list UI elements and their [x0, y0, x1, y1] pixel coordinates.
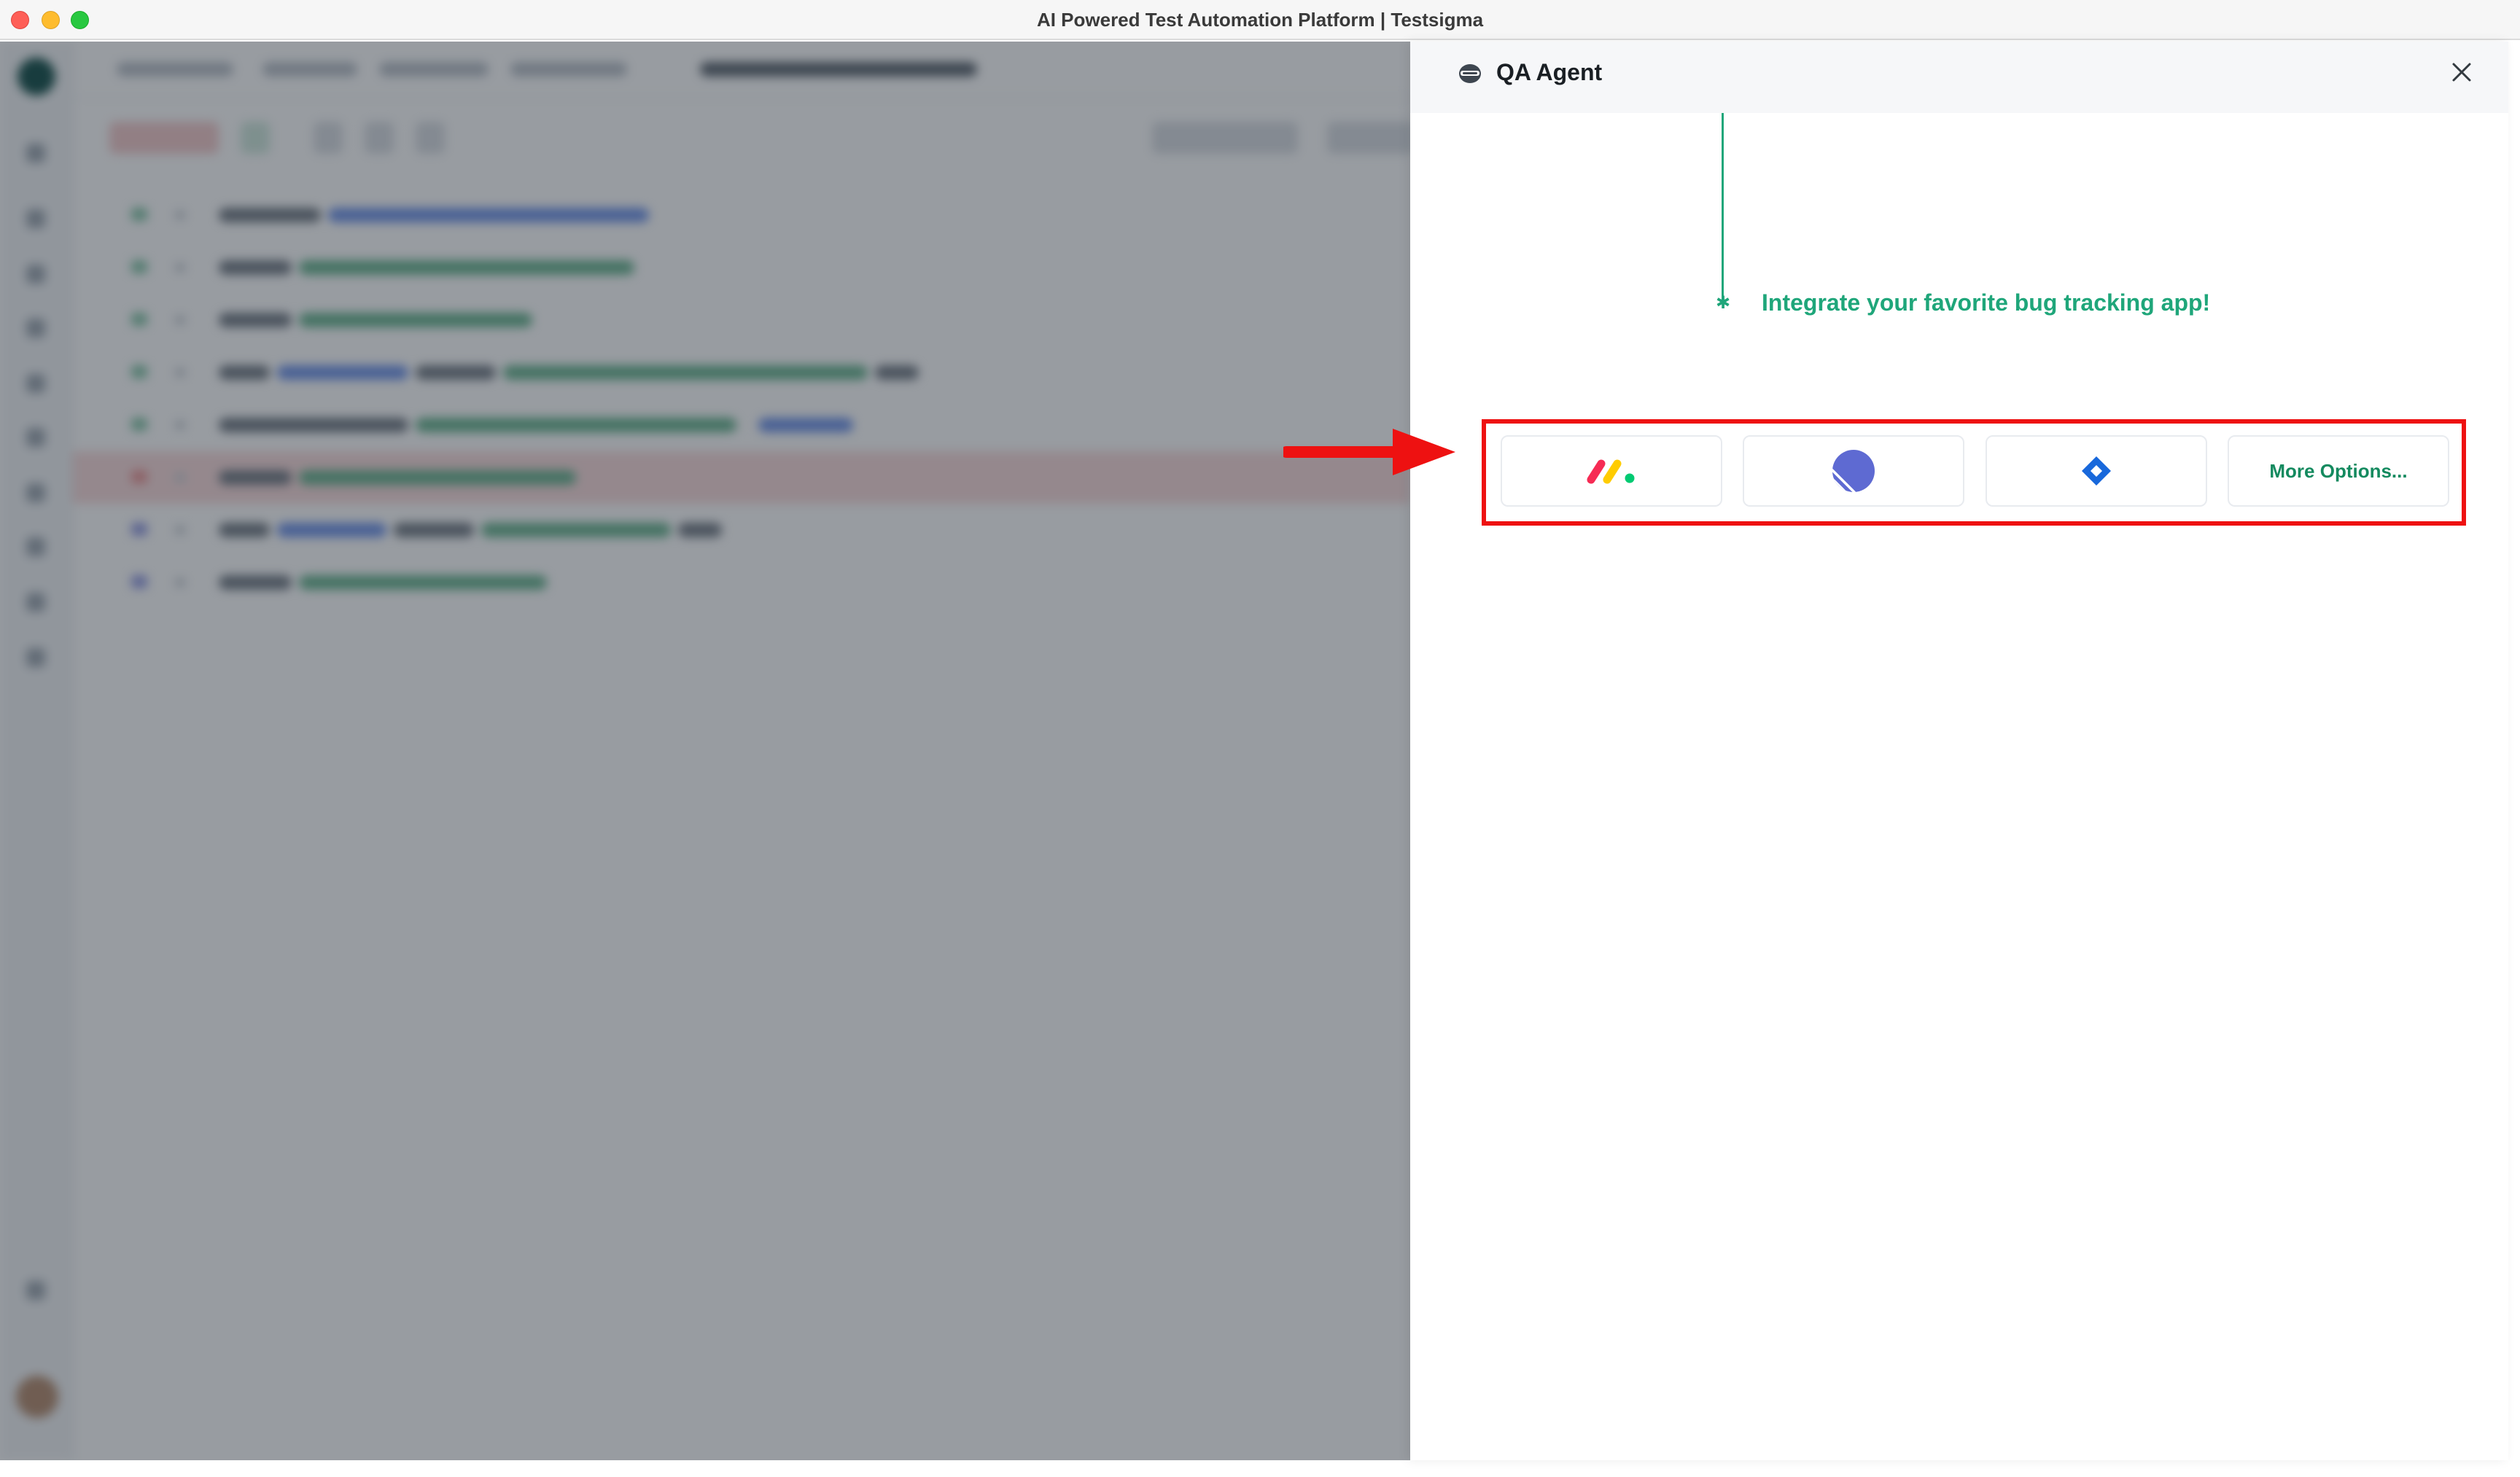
window-titlebar: AI Powered Test Automation Platform | Te…	[0, 0, 2520, 40]
timeline-line	[1722, 113, 1724, 304]
modal-overlay[interactable]	[0, 42, 1410, 1460]
qa-agent-panel: QA Agent ✱ Integrate your favorite bug t…	[1410, 42, 2508, 1460]
monday-integration-button[interactable]	[1501, 435, 1722, 507]
timeline-node-icon: ✱	[1715, 293, 1731, 313]
qa-agent-icon	[1459, 64, 1481, 83]
panel-header: QA Agent	[1410, 42, 2508, 113]
jira-logo-icon	[2082, 456, 2111, 486]
close-icon	[2452, 63, 2471, 82]
jira-integration-button[interactable]	[1986, 435, 2207, 507]
integration-options-highlight: More Options...	[1482, 419, 2466, 526]
more-options-button[interactable]: More Options...	[2228, 435, 2449, 507]
close-panel-button[interactable]	[2446, 56, 2478, 88]
linear-integration-button[interactable]	[1743, 435, 1964, 507]
monday-logo-icon	[1587, 459, 1635, 484]
more-options-label: More Options...	[2269, 459, 2408, 482]
background-app	[0, 42, 1410, 1460]
integrate-message: Integrate your favorite bug tracking app…	[1762, 289, 2211, 316]
window-title: AI Powered Test Automation Platform | Te…	[1036, 9, 1484, 31]
annotation-arrow-icon	[1283, 429, 1455, 475]
panel-title: QA Agent	[1496, 59, 1603, 85]
linear-logo-icon	[1832, 450, 1875, 492]
